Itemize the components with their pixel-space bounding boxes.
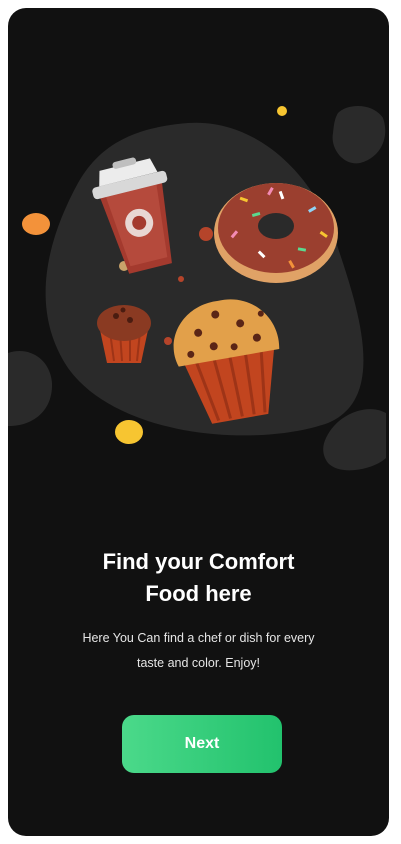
onboarding-screen: Find your Comfort Food here Here You Can… <box>8 8 389 836</box>
yellow-dot-top <box>277 106 287 116</box>
crumb <box>164 337 172 345</box>
crumb <box>199 227 213 241</box>
background-blob-left <box>8 351 53 426</box>
donut-icon <box>214 183 338 283</box>
onboarding-title: Find your Comfort Food here <box>102 549 295 606</box>
yellow-dot-bottom <box>115 420 143 444</box>
next-button[interactable]: Next <box>122 715 282 773</box>
onboarding-subtitle: Here You Can find a chef or dish for eve… <box>82 631 315 670</box>
background-blob-top-right <box>332 106 386 164</box>
orange-dot <box>22 213 50 235</box>
crumb <box>178 276 184 282</box>
food-illustration <box>8 106 386 471</box>
